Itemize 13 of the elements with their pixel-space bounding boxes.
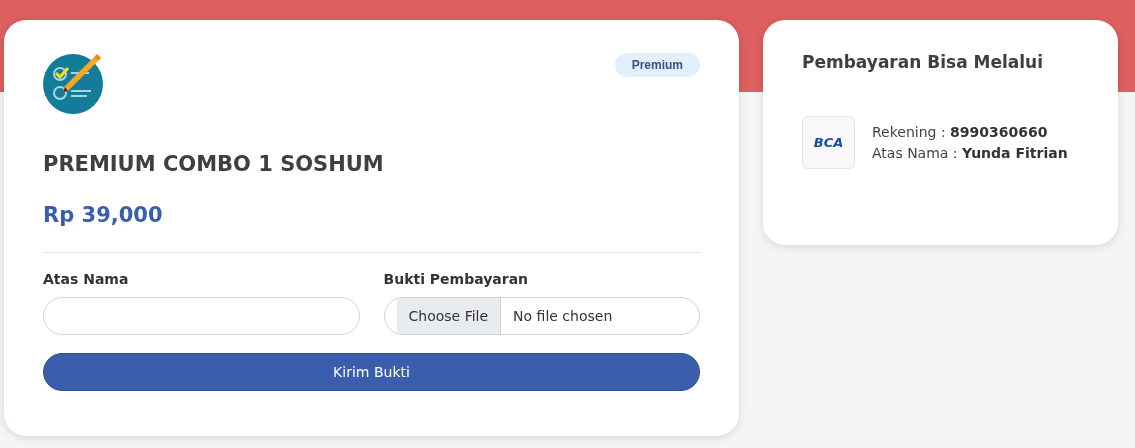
file-input[interactable]: Choose File No file chosen [383,297,700,335]
name-label: Atas Nama [43,271,130,287]
submit-button[interactable]: Kirim Bukti [43,353,700,391]
account-number: Rekening : 8990360660 [872,124,1049,140]
proof-label: Bukti Pembayaran [383,271,530,287]
bank-logo: BCA [802,116,855,169]
product-price: Rp 39,000 [43,203,164,227]
name-input[interactable] [43,297,360,335]
checklist-icon [43,52,105,114]
product-title: PREMIUM COMBO 1 SOSHUM [43,152,385,176]
payment-title: Pembayaran Bisa Melalui [802,52,1045,72]
account-holder: Atas Nama : Yunda Fitrian [872,145,1068,161]
premium-badge: Premium [614,53,700,77]
